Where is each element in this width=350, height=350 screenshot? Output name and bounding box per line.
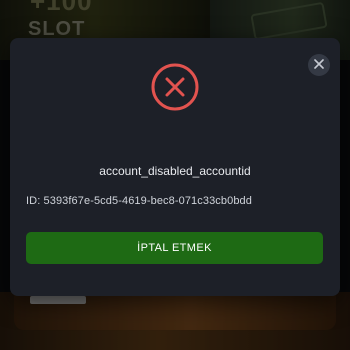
account-id-text: ID: 5393f67e-5cd5-4619-bec8-071c33cb0bdd: [26, 195, 252, 207]
close-icon: [314, 56, 324, 74]
error-x-icon: [151, 63, 199, 111]
error-message: account_disabled_accountid: [99, 164, 251, 178]
cancel-button[interactable]: İPTAL ETMEK: [26, 232, 323, 264]
error-dialog: account_disabled_accountid ID: 5393f67e-…: [10, 38, 340, 296]
close-button[interactable]: [308, 54, 330, 76]
